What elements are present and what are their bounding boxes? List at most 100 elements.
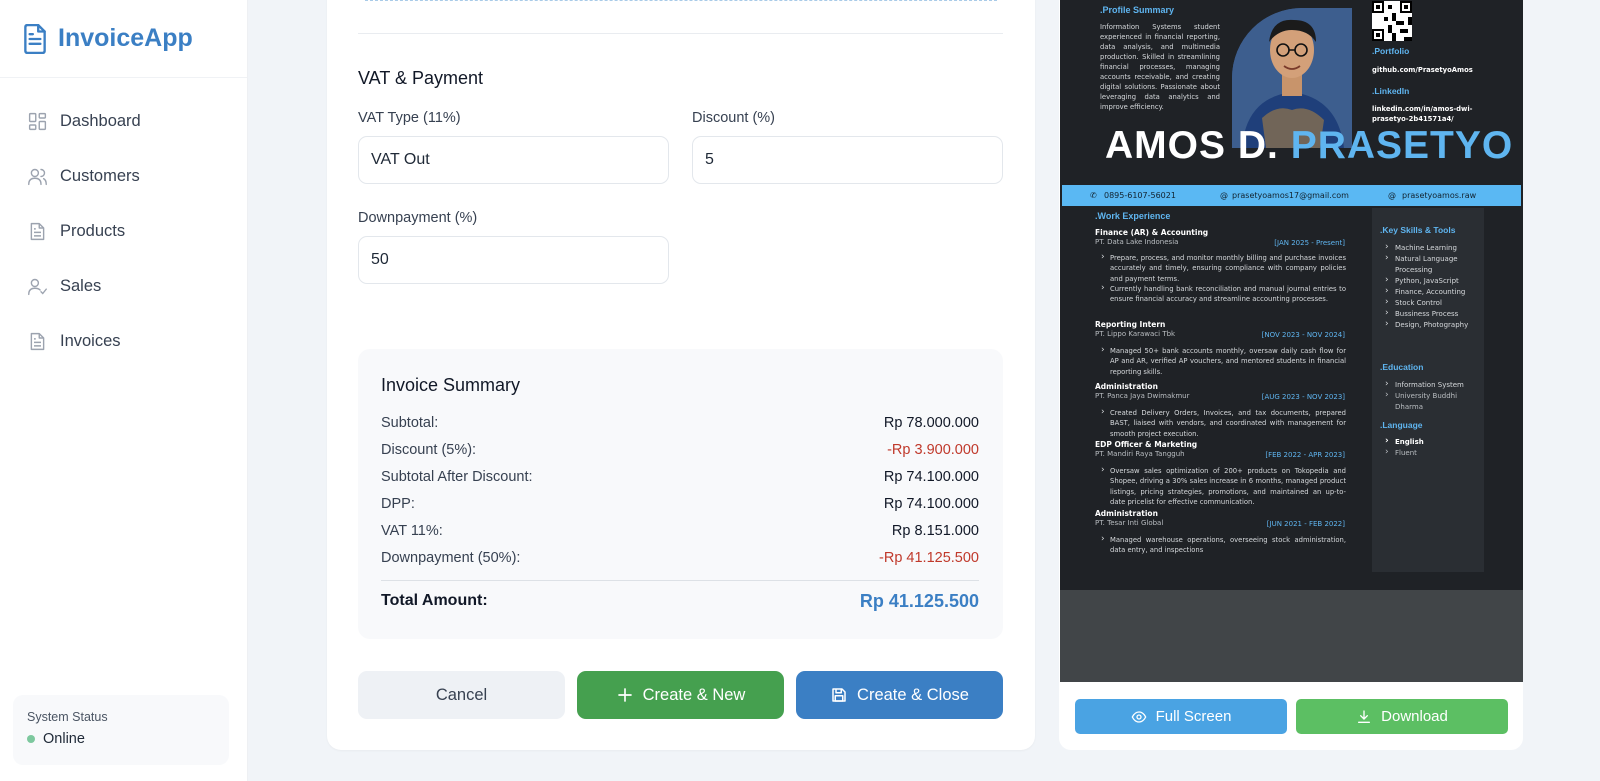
summary-row-subtotal: Subtotal: Rp 78.000.000 (381, 415, 979, 431)
create-close-button-label: Create & Close (857, 685, 969, 704)
phone-icon: ✆ (1090, 191, 1097, 200)
cv-email: prasetyoamos17@gmail.com (1232, 191, 1349, 200)
downpayment-label: Downpayment (%) (358, 210, 478, 226)
at-icon: @ (1220, 191, 1228, 200)
summary-row-discount: Discount (5%): -Rp 3.900.000 (381, 442, 979, 458)
summary-value: -Rp 41.125.500 (879, 550, 979, 566)
cv-name: AMOS D. PRASETYO (1105, 124, 1513, 168)
cv-skills-list: Machine Learning Natural Language Proces… (1385, 242, 1480, 331)
sidebar: InvoiceApp Dashboard Customers Products … (0, 0, 248, 781)
summary-label: Discount (5%): (381, 442, 477, 458)
cv-linkedin-heading: .LinkedIn (1372, 86, 1410, 96)
cv-skill-item: Python, JavaScript (1385, 275, 1480, 287)
cv-skill-item: Finance, Accounting (1385, 286, 1480, 298)
sidebar-item-products[interactable]: Products (0, 204, 247, 259)
cv-linkedin-value: linkedin.com/in/amos-dwi-prasetyo-2b4157… (1372, 105, 1473, 123)
create-new-button-label: Create & New (642, 685, 746, 704)
vat-type-select[interactable] (358, 136, 669, 184)
full-screen-button-label: Full Screen (1155, 708, 1232, 725)
status-dot-icon (27, 735, 35, 743)
summary-title: Invoice Summary (381, 375, 521, 395)
cancel-button[interactable]: Cancel (358, 671, 565, 719)
summary-row-vat: VAT 11%: Rp 8.151.000 (381, 523, 979, 539)
cv-social: prasetyoamos.raw (1402, 191, 1477, 200)
document-icon (30, 332, 45, 351)
document-icon (30, 222, 45, 241)
cv-job-date: [NOV 2023 - NOV 2024] (1261, 331, 1345, 339)
summary-row-dpp: DPP: Rp 74.100.000 (381, 496, 979, 512)
status-value: Online (43, 731, 85, 747)
cv-skill-item: Machine Learning (1385, 242, 1480, 254)
summary-row-downpayment: Downpayment (50%): -Rp 41.125.500 (381, 550, 979, 566)
cv-skill-item: Bussiness Process (1385, 308, 1480, 320)
cv-job-title: Administration (1095, 509, 1158, 518)
download-button-label: Download (1381, 708, 1448, 725)
vat-type-label: VAT Type (11%) (358, 110, 461, 126)
cv-portfolio-value: github.com/PrasetyoAmos (1372, 66, 1473, 74)
app-name: InvoiceApp (58, 24, 193, 52)
summary-value: Rp 74.100.000 (883, 496, 979, 512)
sidebar-item-label: Invoices (60, 332, 121, 350)
sidebar-item-customers[interactable]: Customers (0, 149, 247, 204)
cv-language-level: Fluent (1385, 447, 1480, 459)
summary-row-subtotal-after-discount: Subtotal After Discount: Rp 74.100.000 (381, 469, 979, 485)
section-title-vat-payment: VAT & Payment (358, 68, 484, 88)
cv-job-bullet: Created Delivery Orders, Invoices, and t… (1101, 407, 1346, 439)
cv-language-heading: .Language (1380, 420, 1423, 430)
system-status-card: System Status Online (13, 695, 229, 765)
discount-input[interactable] (692, 136, 1003, 184)
total-amount-label: Total Amount: (381, 592, 488, 609)
download-button[interactable]: Download (1296, 699, 1508, 734)
document-preview[interactable]: .Profile Summary Information Systems stu… (1060, 0, 1523, 682)
cv-skill-item: Design, Photography (1385, 319, 1480, 331)
summary-label: VAT 11%: (381, 523, 443, 539)
cv-education-list: Information System University Buddhi Dha… (1385, 379, 1480, 413)
cv-phone: 0895-6107-56021 (1104, 191, 1176, 200)
users-icon (28, 168, 47, 186)
cv-job-bullet: Managed 50+ bank accounts monthly, overs… (1101, 345, 1346, 377)
cv-language-list: English Fluent (1385, 436, 1480, 459)
cv-name-last: PRASETYO (1290, 124, 1514, 167)
cv-skill-item: Stock Control (1385, 297, 1480, 309)
total-amount-value: Rp 41.125.500 (859, 591, 979, 611)
summary-divider (381, 580, 979, 581)
sidebar-item-invoices[interactable]: Invoices (0, 314, 247, 369)
summary-value: Rp 8.151.000 (891, 523, 979, 539)
cv-profile-heading: .Profile Summary (1100, 5, 1175, 15)
summary-label: DPP: (381, 496, 415, 512)
brand[interactable]: InvoiceApp (0, 0, 247, 78)
cv-profile-text: Information Systems student experienced … (1100, 23, 1220, 111)
cv-education-heading: .Education (1380, 362, 1424, 372)
cv-language-item: English (1385, 436, 1480, 448)
create-close-button[interactable]: Create & Close (796, 671, 1003, 719)
eye-icon (1131, 710, 1146, 723)
create-new-button[interactable]: Create & New (577, 671, 784, 719)
cv-job-date: [JAN 2025 - Present] (1274, 239, 1345, 247)
downpayment-input[interactable] (358, 236, 669, 284)
summary-label: Subtotal: (381, 415, 439, 431)
cv-job-org: PT. Panca Jaya Dwimakmur (1095, 392, 1190, 400)
plus-icon (617, 688, 632, 702)
sidebar-item-label: Products (60, 222, 126, 240)
discount-label: Discount (%) (692, 110, 775, 126)
summary-value: -Rp 3.900.000 (887, 442, 979, 458)
cv-education-item: University Buddhi Dharma (1385, 390, 1480, 413)
cv-job-org: PT. Mandiri Raya Tangguh (1095, 450, 1185, 458)
summary-value: Rp 78.000.000 (883, 415, 979, 431)
sidebar-item-sales[interactable]: Sales (0, 259, 247, 314)
cv-work-heading: .Work Experience (1095, 211, 1171, 221)
dashboard-icon (28, 112, 47, 131)
cv-job-bullet: Prepare, process, and monitor monthly bi… (1101, 252, 1346, 284)
cv-job-org: PT. Lippo Karawaci Tbk (1095, 330, 1176, 338)
full-screen-button[interactable]: Full Screen (1075, 699, 1287, 734)
cv-job-bullet: Managed warehouse operations, overseeing… (1101, 534, 1346, 556)
cv-job-bullet: Currently handling bank reconciliation a… (1101, 283, 1346, 305)
save-icon (832, 688, 846, 702)
invoice-logo-icon (24, 23, 46, 54)
cv-job-org: PT. Tesar Inti Global (1095, 519, 1164, 527)
instagram-icon: @ (1388, 191, 1396, 200)
user-check-icon (28, 278, 47, 296)
sidebar-item-dashboard[interactable]: Dashboard (0, 94, 247, 149)
summary-label: Subtotal After Discount: (381, 469, 533, 485)
cv-skills-heading: .Key Skills & Tools (1380, 225, 1456, 235)
